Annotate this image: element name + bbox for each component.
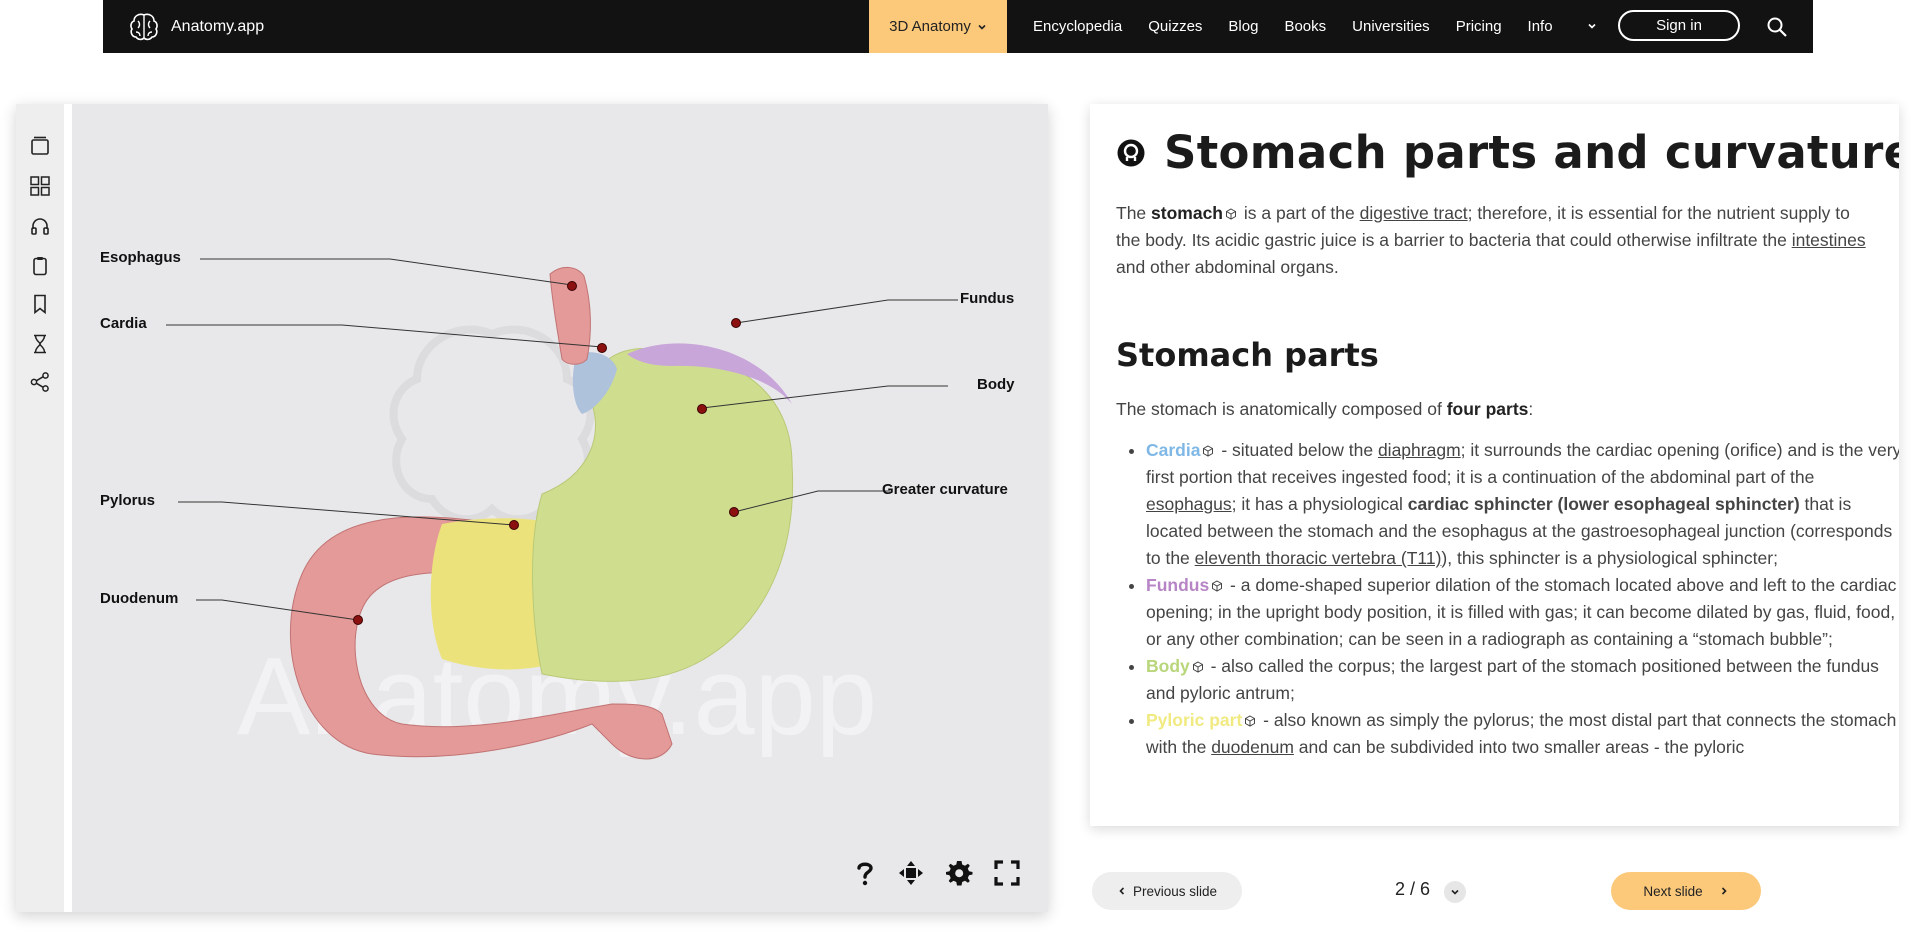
- layers-icon: [31, 136, 49, 155]
- section-intro-text: The stomach is anatomically composed of: [1116, 399, 1447, 419]
- label-cardia[interactable]: Cardia: [100, 315, 147, 332]
- link-intestines[interactable]: intestines: [1792, 230, 1866, 250]
- term-stomach[interactable]: stomach: [1151, 203, 1223, 223]
- share-icon: [30, 372, 49, 392]
- part-text: ; it has a physiological: [1231, 494, 1408, 514]
- sign-in-button[interactable]: Sign in: [1618, 10, 1740, 41]
- chevron-down-icon: [978, 24, 986, 30]
- nav-books[interactable]: Books: [1284, 18, 1326, 35]
- part-text: - also called the corpus; the largest pa…: [1146, 656, 1879, 703]
- cube-icon[interactable]: [1244, 715, 1256, 727]
- previous-slide-label: Previous slide: [1132, 883, 1218, 899]
- share-tool[interactable]: [28, 370, 52, 394]
- nav-info[interactable]: Info: [1528, 18, 1597, 35]
- link-esophagus[interactable]: esophagus: [1146, 494, 1232, 514]
- nav-blog[interactable]: Blog: [1228, 18, 1258, 35]
- term-pyloric-part[interactable]: Pyloric part: [1146, 710, 1242, 730]
- nav-links: Encyclopedia Quizzes Blog Books Universi…: [1033, 0, 1623, 53]
- cube-icon[interactable]: [1211, 580, 1223, 592]
- brand-logo[interactable]: Anatomy.app: [127, 10, 264, 43]
- section-intro-bold: four parts: [1446, 399, 1529, 419]
- viewer-divider: [64, 104, 72, 912]
- label-body[interactable]: Body: [977, 376, 1015, 393]
- cube-icon[interactable]: [1225, 208, 1237, 220]
- list-item: Pyloric part - also known as simply the …: [1146, 707, 1899, 761]
- list-item: Cardia - situated below the diaphragm ; i…: [1146, 437, 1899, 572]
- intro-paragraph: The stomach is a part of the digestive t…: [1116, 200, 1876, 281]
- label-esophagus[interactable]: Esophagus: [100, 249, 181, 266]
- brain-logo-icon: [130, 13, 158, 40]
- nav-3d-anatomy-label: 3D Anatomy: [889, 18, 971, 35]
- link-digestive-tract[interactable]: digestive tract: [1360, 203, 1468, 223]
- term-cardiac-sphincter: cardiac sphincter (lower esophageal sphi…: [1407, 494, 1800, 514]
- quiz-tool[interactable]: [28, 254, 52, 278]
- nav-universities[interactable]: Universities: [1352, 18, 1430, 35]
- term-body[interactable]: Body: [1146, 656, 1190, 676]
- next-slide-label: Next slide: [1643, 883, 1703, 899]
- previous-slide-button[interactable]: Previous slide: [1092, 872, 1242, 910]
- list-item: Body - also called the corpus; the large…: [1146, 653, 1899, 707]
- nav-pricing[interactable]: Pricing: [1456, 18, 1502, 35]
- timer-tool[interactable]: [28, 332, 52, 356]
- help-icon[interactable]: [850, 858, 880, 888]
- part-text: - situated below the: [1216, 440, 1378, 460]
- section-intro-text: :: [1528, 399, 1534, 419]
- layers-tool[interactable]: [28, 134, 52, 158]
- hourglass-icon: [34, 334, 46, 354]
- brand-name: Anatomy.app: [171, 17, 265, 35]
- article-title-row: Stomach parts and curvatures: [1116, 126, 1899, 179]
- article-title: Stomach parts and curvatures: [1164, 126, 1899, 179]
- part-text: - a dome-shaped superior dilation of the…: [1146, 575, 1897, 649]
- term-cardia[interactable]: Cardia: [1146, 440, 1200, 460]
- stomach-parts-list: Cardia - situated below the diaphragm ; i…: [1116, 437, 1899, 761]
- nav-encyclopedia[interactable]: Encyclopedia: [1033, 18, 1122, 35]
- article-panel[interactable]: Stomach parts and curvatures The stomach…: [1090, 104, 1899, 826]
- list-item: Fundus - a dome-shaped superior dilation…: [1146, 572, 1899, 653]
- stomach-3d-model[interactable]: Anatomy.app Esophagus Cardia Fundus Body…: [72, 104, 1048, 912]
- grid-icon: [30, 176, 50, 196]
- cube-icon[interactable]: [1192, 661, 1204, 673]
- intro-text: and other abdominal organs.: [1116, 257, 1339, 277]
- nav-info-label: Info: [1527, 18, 1553, 35]
- chevron-left-icon: [1119, 887, 1125, 895]
- model-viewer[interactable]: Anatomy.app Esophagus Cardia Fundus Body…: [16, 104, 1048, 912]
- gear-icon[interactable]: [944, 858, 974, 888]
- bookmark-icon: [34, 294, 46, 315]
- stomach-illustration: Anatomy.app: [166, 258, 958, 760]
- top-navigation: Anatomy.app 3D Anatomy Encyclopedia Quiz…: [103, 0, 1813, 53]
- fullscreen-icon[interactable]: [992, 858, 1022, 888]
- label-fundus[interactable]: Fundus: [960, 290, 1014, 307]
- bookmark-tool[interactable]: [28, 292, 52, 316]
- section-intro: The stomach is anatomically composed of …: [1116, 396, 1876, 423]
- intro-text: is a part of the: [1239, 203, 1360, 223]
- section-heading: Stomach parts: [1116, 336, 1379, 374]
- chevron-down-icon: [1588, 23, 1596, 29]
- intro-text: The: [1116, 203, 1152, 223]
- cube-icon[interactable]: [1202, 445, 1214, 457]
- clipboard-icon: [33, 257, 47, 276]
- open-3d-icon[interactable]: [1116, 138, 1146, 168]
- grid-tool[interactable]: [28, 174, 52, 198]
- link-duodenum[interactable]: duodenum: [1211, 737, 1294, 757]
- chevron-right-icon: [1721, 887, 1727, 895]
- term-fundus[interactable]: Fundus: [1146, 575, 1209, 595]
- label-greater-curvature[interactable]: Greater curvature: [882, 481, 1008, 498]
- slide-counter: 2 / 6: [1395, 879, 1431, 899]
- next-slide-button[interactable]: Next slide: [1611, 872, 1761, 910]
- link-diaphragm[interactable]: diaphragm: [1378, 440, 1461, 460]
- headphones-icon: [31, 218, 49, 235]
- label-pylorus[interactable]: Pylorus: [100, 492, 155, 509]
- viewer-toolbar: [16, 104, 64, 912]
- nav-quizzes[interactable]: Quizzes: [1148, 18, 1202, 35]
- label-duodenum[interactable]: Duodenum: [100, 590, 178, 607]
- audio-tool[interactable]: [28, 214, 52, 238]
- slide-select-dropdown[interactable]: [1444, 881, 1466, 903]
- move-icon[interactable]: [896, 858, 926, 888]
- search-icon[interactable]: [1765, 15, 1789, 39]
- chevron-down-icon: [1451, 889, 1459, 895]
- part-text: ), this sphincter is a physiological sph…: [1441, 548, 1778, 568]
- nav-3d-anatomy[interactable]: 3D Anatomy: [869, 0, 1007, 53]
- part-text: and can be subdivided into two smaller a…: [1293, 737, 1745, 757]
- link-t11-vertebra[interactable]: eleventh thoracic vertebra (T11): [1195, 548, 1442, 568]
